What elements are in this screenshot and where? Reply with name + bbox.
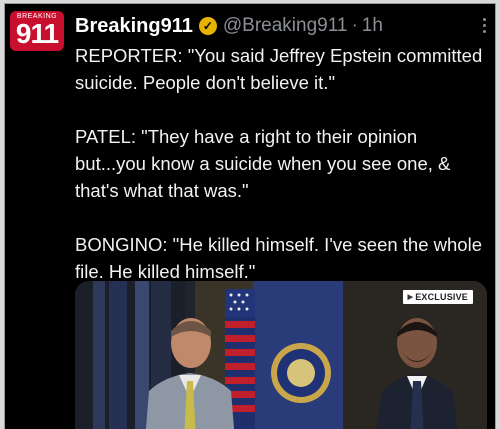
tweet-paragraph: PATEL: "They have a right to their opini… <box>75 126 451 201</box>
verified-badge-icon: ✓ <box>198 17 217 35</box>
play-arrow-icon: ▶ <box>407 294 414 301</box>
exclusive-badge: ▶ EXCLUSIVE <box>402 290 473 304</box>
avatar[interactable]: BREAKING 911 <box>10 11 64 51</box>
tweet-paragraph: BONGINO: "He killed himself. I've seen t… <box>75 234 482 282</box>
more-options-icon[interactable] <box>478 12 490 38</box>
separator: · <box>351 15 358 36</box>
timestamp[interactable]: 1h <box>362 15 383 37</box>
avatar-number: 911 <box>15 18 59 49</box>
tweet-header: Breaking911 ✓ @Breaking911 · 1h <box>75 14 383 38</box>
tweet-text: REPORTER: "You said Jeffrey Epstein comm… <box>75 42 487 312</box>
exclusive-label: EXCLUSIVE <box>415 292 468 302</box>
account-name[interactable]: Breaking911 <box>75 15 193 38</box>
account-handle[interactable]: @Breaking911 <box>223 15 348 37</box>
tweet-card: BREAKING 911 Breaking911 ✓ @Breaking911 … <box>4 3 496 429</box>
video-thumbnail[interactable]: ▶ EXCLUSIVE <box>75 281 487 429</box>
tweet-paragraph: REPORTER: "You said Jeffrey Epstein comm… <box>75 45 483 93</box>
